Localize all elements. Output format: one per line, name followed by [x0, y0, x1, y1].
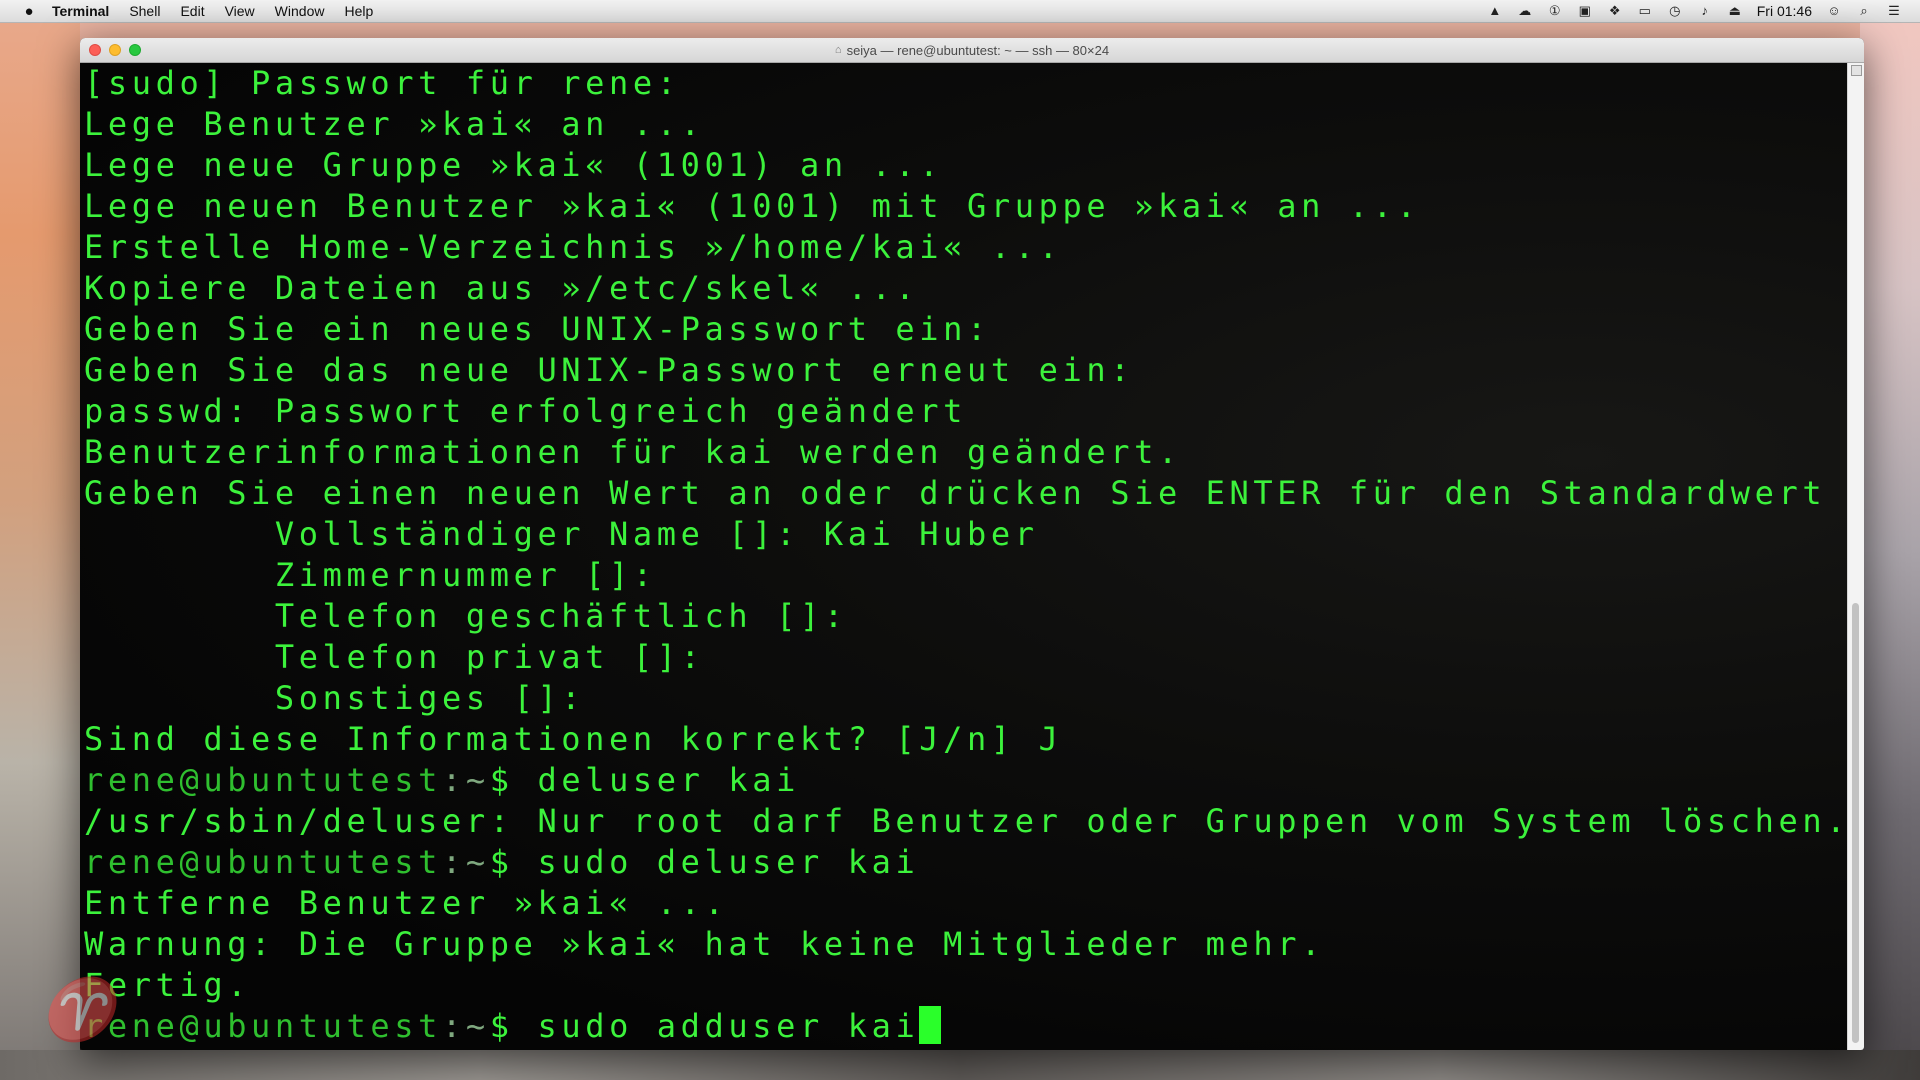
- eject-icon[interactable]: ⏏: [1727, 4, 1743, 18]
- terminal-line: Warnung: Die Gruppe »kai« hat keine Mitg…: [84, 925, 1326, 963]
- zoom-button[interactable]: [129, 44, 141, 56]
- menu-shell[interactable]: Shell: [129, 3, 160, 19]
- terminal-line: Erstelle Home-Verzeichnis »/home/kai« ..…: [84, 228, 1063, 266]
- terminal-current-command[interactable]: sudo adduser kai: [537, 1007, 919, 1045]
- desktop-wallpaper-right: [1860, 22, 1920, 1080]
- terminal-line: Entferne Benutzer »kai« ...: [84, 884, 729, 922]
- terminal-active-prompt-line[interactable]: rene@ubuntutest:~$ sudo adduser kai: [84, 1006, 1848, 1047]
- minimize-button[interactable]: [109, 44, 121, 56]
- display-mirror-icon[interactable]: ▭: [1637, 4, 1653, 18]
- terminal-line: /usr/sbin/deluser: Nur root darf Benutze…: [84, 802, 1851, 840]
- spotlight-search-icon[interactable]: ⌕: [1856, 4, 1872, 18]
- desktop-wallpaper-bottom: [0, 1050, 1920, 1080]
- time-machine-icon[interactable]: ◷: [1667, 4, 1683, 18]
- prompt-separator: :: [441, 1007, 466, 1045]
- prompt-sign: $: [489, 761, 538, 799]
- drive-sync-icon[interactable]: ▲: [1487, 4, 1503, 18]
- terminal-line: Sonstiges []:: [84, 679, 586, 717]
- prompt-sign: $: [489, 1007, 538, 1045]
- terminal-content[interactable]: [sudo] Passwort für rene: Lege Benutzer …: [80, 63, 1848, 1050]
- onepassword-icon[interactable]: ①: [1547, 4, 1563, 18]
- menu-bar: ● Terminal Shell Edit View Window Help ▲…: [0, 0, 1920, 23]
- terminal-line: Geben Sie ein neues UNIX-Passwort ein:: [84, 310, 991, 348]
- terminal-line: Sind diese Informationen korrekt? [J/n] …: [84, 720, 1063, 758]
- close-button[interactable]: [89, 44, 101, 56]
- desktop-wallpaper-left: [0, 22, 80, 1080]
- volume-icon[interactable]: ♪: [1697, 4, 1713, 18]
- prompt-separator: :: [441, 761, 466, 799]
- terminal-command: sudo deluser kai: [537, 843, 920, 881]
- notification-center-icon[interactable]: ☰: [1886, 4, 1902, 18]
- cloud-icon[interactable]: ☁: [1517, 4, 1533, 18]
- window-title: ⌂ seiya — rene@ubuntutest: ~ — ssh — 80×…: [835, 43, 1109, 58]
- user-icon[interactable]: ☺: [1826, 4, 1842, 18]
- status-area: ▲ ☁ ① ▣ ❖ ▭ ◷ ♪ ⏏ Fri 01:46 ☺ ⌕ ☰: [1473, 3, 1902, 19]
- terminal-command: deluser kai: [537, 761, 800, 799]
- menu-app-terminal[interactable]: Terminal: [52, 3, 109, 19]
- terminal-scrollbar[interactable]: [1847, 63, 1864, 1050]
- prompt-path: ~: [465, 1007, 490, 1045]
- menu-window[interactable]: Window: [275, 3, 325, 19]
- dropbox-icon[interactable]: ❖: [1607, 4, 1623, 18]
- terminal-line: Lege Benutzer »kai« an ...: [84, 105, 705, 143]
- prompt-path: ~: [465, 843, 490, 881]
- apple-menu-icon[interactable]: ●: [20, 3, 38, 20]
- terminal-line: Geben Sie einen neuen Wert an oder drück…: [84, 474, 1827, 512]
- window-controls: [89, 44, 149, 56]
- home-folder-icon: ⌂: [834, 44, 842, 56]
- terminal-line: Vollständiger Name []: Kai Huber: [84, 515, 1039, 553]
- terminal-line: Benutzerinformationen für kai werden geä…: [84, 433, 1182, 471]
- scroll-up-icon[interactable]: [1851, 65, 1862, 76]
- prompt-separator: :: [441, 843, 466, 881]
- scroll-thumb[interactable]: [1852, 603, 1859, 1043]
- prompt-path: ~: [465, 761, 490, 799]
- prompt-sign: $: [489, 843, 538, 881]
- terminal-line: Fertig.: [84, 966, 252, 1004]
- screen-record-icon[interactable]: ▣: [1577, 4, 1593, 18]
- terminal-line: Kopiere Dateien aus »/etc/skel« ...: [84, 269, 920, 307]
- text-cursor: [919, 1006, 942, 1044]
- menu-help[interactable]: Help: [344, 3, 373, 19]
- terminal-line: Telefon geschäftlich []:: [84, 597, 848, 635]
- terminal-line: Geben Sie das neue UNIX-Passwort erneut …: [84, 351, 1135, 389]
- terminal-line: Telefon privat []:: [84, 638, 705, 676]
- terminal-line: Lege neue Gruppe »kai« (1001) an ...: [84, 146, 944, 184]
- menu-edit[interactable]: Edit: [180, 3, 204, 19]
- prompt-user: rene@ubuntutest: [84, 843, 442, 881]
- watermark-logo-icon: ♈: [40, 975, 115, 1045]
- terminal-line: passwd: Passwort erfolgreich geändert: [84, 392, 968, 430]
- window-title-label: seiya — rene@ubuntutest: ~ — ssh — 80×24: [846, 42, 1110, 58]
- window-titlebar[interactable]: ⌂ seiya — rene@ubuntutest: ~ — ssh — 80×…: [80, 38, 1864, 63]
- menu-clock[interactable]: Fri 01:46: [1757, 3, 1812, 19]
- terminal-line: Zimmernummer []:: [84, 556, 657, 594]
- terminal-line: [sudo] Passwort für rene:: [84, 64, 681, 102]
- terminal-line: Lege neuen Benutzer »kai« (1001) mit Gru…: [84, 187, 1421, 225]
- terminal-window: ⌂ seiya — rene@ubuntutest: ~ — ssh — 80×…: [80, 38, 1864, 1050]
- terminal-prompt-line: rene@ubuntutest:~$ sudo deluser kai: [84, 842, 1848, 883]
- prompt-user: rene@ubuntutest: [84, 761, 442, 799]
- menu-view[interactable]: View: [225, 3, 255, 19]
- terminal-prompt-line: rene@ubuntutest:~$ deluser kai: [84, 760, 1848, 801]
- prompt-user: rene@ubuntutest: [84, 1007, 442, 1045]
